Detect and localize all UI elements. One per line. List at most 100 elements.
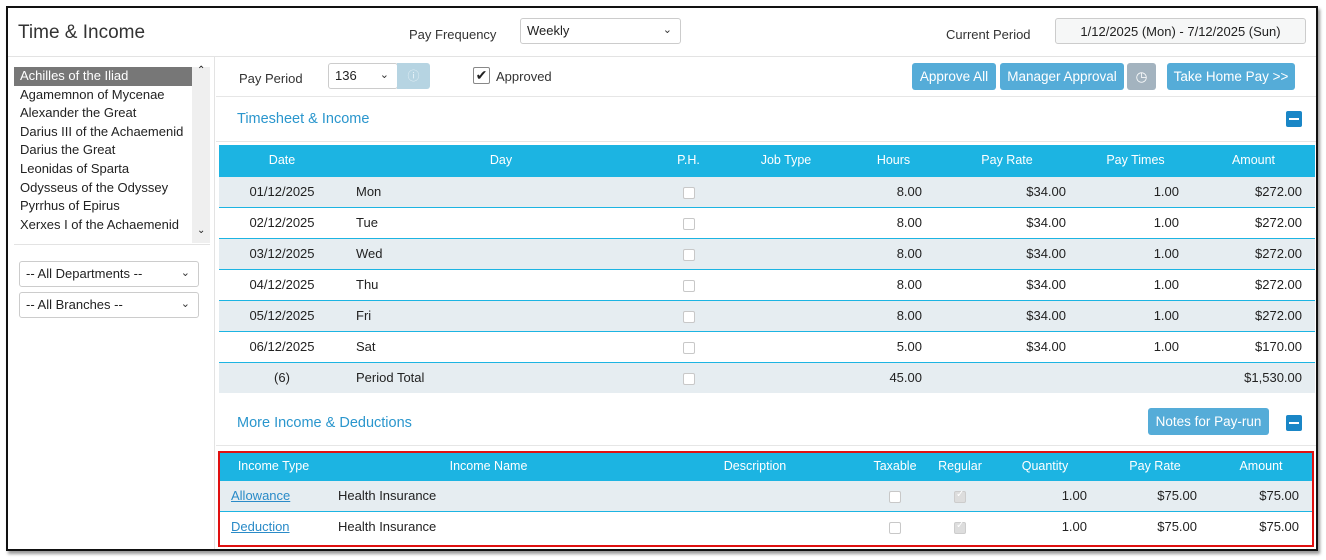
- pay-period-select[interactable]: 136 ⌄: [328, 63, 398, 89]
- scroll-down-icon[interactable]: ⌄: [197, 225, 205, 236]
- employee-item[interactable]: Leonidas of Sparta: [14, 160, 192, 179]
- cell-income-name: Health Insurance: [327, 479, 650, 511]
- table-row: AllowanceHealth Insurance1.00$75.00$75.0…: [220, 479, 1312, 511]
- table-row: 01/12/2025 Mon 8.00 $34.00 1.00 $272.00: [219, 175, 1315, 207]
- cell-amount: $272.00: [1192, 299, 1315, 331]
- table-row: DeductionHealth Insurance1.00$75.00$75.0…: [220, 510, 1312, 542]
- employee-item[interactable]: Odysseus of the Odyssey: [14, 179, 192, 198]
- public-holiday-checkbox[interactable]: [682, 310, 695, 323]
- public-holiday-checkbox[interactable]: [682, 279, 695, 292]
- cell-p-h: [657, 330, 720, 362]
- timesheet-section-header: Timesheet & Income: [216, 97, 1316, 142]
- cell-job-type: [720, 330, 852, 362]
- cell-hours: 8.00: [852, 175, 935, 207]
- cell-hours: 5.00: [852, 330, 935, 362]
- employee-item[interactable]: Pyrrhus of Epirus: [14, 197, 192, 216]
- column-header[interactable]: Income Type: [220, 453, 327, 480]
- cell-pay-times: [1079, 361, 1192, 393]
- cell-pay-times: 1.00: [1079, 175, 1192, 207]
- cell-date: 02/12/2025: [219, 206, 345, 238]
- column-header[interactable]: Job Type: [720, 145, 852, 176]
- column-header[interactable]: P.H.: [657, 145, 720, 176]
- cell-regular: [930, 479, 990, 511]
- cell-hours: 8.00: [852, 206, 935, 238]
- public-holiday-checkbox[interactable]: [682, 248, 695, 261]
- regular-checkbox[interactable]: [954, 520, 966, 534]
- approve-all-button[interactable]: Approve All: [912, 63, 996, 90]
- table-row: 02/12/2025 Tue 8.00 $34.00 1.00 $272.00: [219, 206, 1315, 238]
- public-holiday-checkbox[interactable]: [682, 341, 695, 354]
- cell-date: 03/12/2025: [219, 237, 345, 269]
- cell-quantity: 1.00: [990, 510, 1100, 542]
- cell-pay-rate: $34.00: [935, 175, 1079, 207]
- cell-pay-rate: $34.00: [935, 206, 1079, 238]
- branch-select[interactable]: -- All Branches -- ⌄: [19, 292, 199, 318]
- chevron-down-icon: ⌄: [662, 24, 672, 36]
- clock-icon: ◷: [1135, 69, 1148, 84]
- column-header[interactable]: Amount: [1192, 145, 1315, 176]
- column-header[interactable]: Hours: [852, 145, 935, 176]
- income-type-link[interactable]: Allowance: [231, 488, 290, 503]
- regular-checkbox[interactable]: [954, 489, 966, 503]
- employee-item[interactable]: Darius III of the Achaemenid: [14, 123, 192, 142]
- employee-item[interactable]: Darius the Great: [14, 141, 192, 160]
- table-row: 06/12/2025 Sat 5.00 $34.00 1.00 $170.00: [219, 330, 1315, 362]
- taxable-checkbox[interactable]: [889, 490, 901, 503]
- column-header[interactable]: Regular: [930, 453, 990, 480]
- pay-frequency-select[interactable]: Weekly ⌄: [520, 18, 681, 44]
- collapse-icon[interactable]: [1286, 415, 1302, 431]
- column-header[interactable]: Day: [345, 145, 657, 176]
- pay-frequency-label: Pay Frequency: [409, 27, 497, 42]
- table-row: 03/12/2025 Wed 8.00 $34.00 1.00 $272.00: [219, 237, 1315, 269]
- scroll-up-icon[interactable]: ⌃: [197, 65, 205, 76]
- approved-checkbox[interactable]: ✔: [473, 67, 490, 84]
- taxable-checkbox[interactable]: [889, 521, 901, 534]
- notes-for-pay-run-button[interactable]: Notes for Pay-run: [1148, 408, 1269, 435]
- info-button[interactable]: ⓘ: [397, 63, 430, 89]
- column-header[interactable]: Pay Rate: [935, 145, 1079, 176]
- scrollbar[interactable]: ⌃ ⌄: [192, 65, 210, 243]
- employee-item[interactable]: Agamemnon of Mycenae: [14, 86, 192, 105]
- column-header[interactable]: Taxable: [860, 453, 930, 480]
- cell-description: [650, 479, 860, 511]
- current-period-field[interactable]: 1/12/2025 (Mon) - 7/12/2025 (Sun): [1055, 18, 1306, 44]
- employee-item[interactable]: Achilles of the Iliad: [14, 67, 192, 86]
- cell-p-h: [657, 299, 720, 331]
- cell-amount: $75.00: [1210, 479, 1312, 511]
- cell-pay-times: 1.00: [1079, 268, 1192, 300]
- employee-item[interactable]: Alexander the Great: [14, 104, 192, 123]
- table-row: 05/12/2025 Fri 8.00 $34.00 1.00 $272.00: [219, 299, 1315, 331]
- column-header[interactable]: Quantity: [990, 453, 1100, 480]
- column-header[interactable]: Date: [219, 145, 345, 176]
- header: Time & Income Pay Frequency Weekly ⌄ Curr…: [8, 8, 1316, 57]
- pay-frequency-value: Weekly: [527, 23, 570, 38]
- column-header[interactable]: Income Name: [327, 453, 650, 480]
- chevron-down-icon: ⌄: [180, 298, 190, 310]
- sidebar: ⌃ ⌄ Achilles of the Iliad Agamemnon of Myc…: [8, 57, 215, 549]
- employee-list[interactable]: ⌃ ⌄ Achilles of the Iliad Agamemnon of Myc…: [14, 65, 210, 245]
- cell-day: Period Total: [345, 361, 657, 393]
- manager-approval-button[interactable]: Manager Approval: [1000, 63, 1124, 90]
- income-type-link[interactable]: Deduction: [231, 519, 290, 534]
- column-header[interactable]: Amount: [1210, 453, 1312, 480]
- employee-item[interactable]: Xerxes I of the Achaemenid: [14, 216, 192, 235]
- header-row: Income Type Income Name Description Taxable…: [220, 453, 1312, 480]
- collapse-icon[interactable]: [1286, 111, 1302, 127]
- section-title: More Income & Deductions: [237, 415, 412, 431]
- column-header[interactable]: Pay Rate: [1100, 453, 1210, 480]
- take-home-pay-button[interactable]: Take Home Pay >>: [1167, 63, 1295, 90]
- cell-pay-times: 1.00: [1079, 330, 1192, 362]
- history-button[interactable]: ◷: [1127, 63, 1156, 90]
- public-holiday-checkbox[interactable]: [682, 372, 695, 385]
- column-header[interactable]: Description: [650, 453, 860, 480]
- cell-day: Sat: [345, 330, 657, 362]
- table-row: (6) Period Total 45.00 $1,530.00: [219, 361, 1315, 393]
- column-header[interactable]: Pay Times: [1079, 145, 1192, 176]
- public-holiday-checkbox[interactable]: [682, 217, 695, 230]
- cell-income-name: Health Insurance: [327, 510, 650, 542]
- cell-regular: [930, 510, 990, 542]
- department-select[interactable]: -- All Departments -- ⌄: [19, 261, 199, 287]
- public-holiday-checkbox[interactable]: [682, 186, 695, 199]
- cell-day: Fri: [345, 299, 657, 331]
- cell-date: 06/12/2025: [219, 330, 345, 362]
